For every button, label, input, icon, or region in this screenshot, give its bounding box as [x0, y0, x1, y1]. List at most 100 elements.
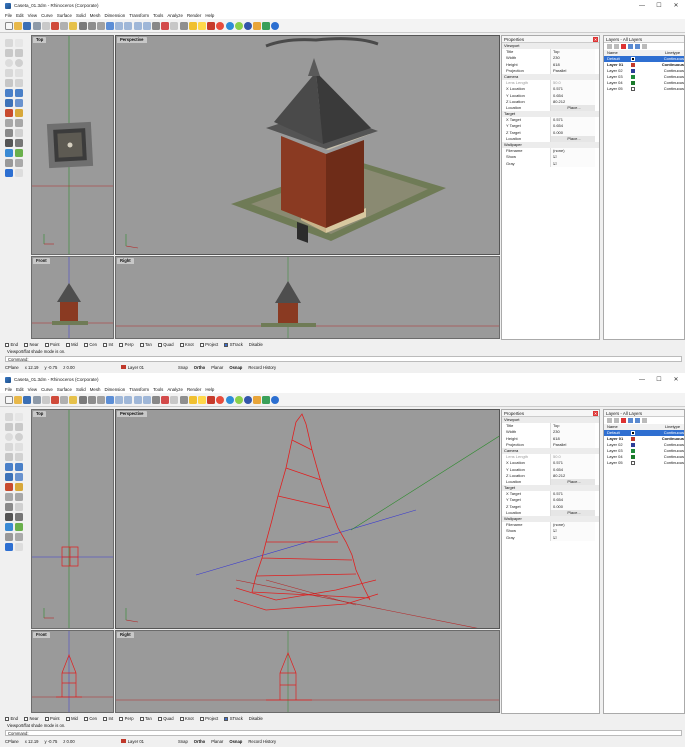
properties-icon[interactable] — [41, 21, 50, 30]
four-viewports-icon[interactable] — [152, 21, 160, 30]
menu-render[interactable]: Render — [187, 387, 201, 392]
status-cplane[interactable]: CPlane — [5, 739, 19, 744]
osnap-mid[interactable]: Mid — [65, 342, 78, 347]
render-tools-icon[interactable] — [15, 139, 23, 147]
layer-color-swatch[interactable] — [631, 87, 636, 91]
status-osnap[interactable]: Osnap — [229, 739, 242, 744]
light-bulb-icon[interactable] — [188, 21, 197, 30]
top-viewport[interactable]: Top — [31, 35, 114, 255]
target-place-button[interactable]: Place... — [550, 135, 595, 142]
menu-analyze[interactable]: Analyze — [167, 387, 183, 392]
solid-icon[interactable] — [5, 99, 13, 107]
surface-tools-icon[interactable] — [15, 463, 23, 471]
move-down-icon[interactable] — [635, 44, 640, 49]
layer-color-swatch[interactable] — [631, 449, 636, 453]
menu-help[interactable]: Help — [205, 13, 214, 18]
layer-color-swatch[interactable] — [631, 81, 636, 85]
layout-icon[interactable] — [15, 149, 23, 157]
new-file-icon[interactable] — [5, 21, 13, 30]
grid-icon[interactable] — [170, 395, 179, 404]
osnap-quad[interactable]: Quad — [157, 716, 174, 721]
osnap-disable[interactable]: Disable — [249, 342, 263, 347]
cplane-icon[interactable] — [161, 21, 170, 30]
light-bulb-icon[interactable] — [188, 395, 197, 404]
dimension-icon[interactable] — [5, 503, 13, 511]
transform-icon[interactable] — [5, 119, 13, 127]
copy-icon[interactable] — [60, 21, 69, 30]
grid-icon[interactable] — [170, 21, 179, 30]
rotate-view-icon[interactable] — [106, 21, 115, 30]
menu-curve[interactable]: Curve — [41, 387, 53, 392]
osnap-int[interactable]: Int — [103, 716, 113, 721]
help-icon[interactable] — [271, 395, 280, 404]
polyline-icon[interactable] — [5, 423, 13, 431]
zoom-icon[interactable] — [115, 21, 124, 30]
move-down-icon[interactable] — [635, 418, 640, 423]
close-button[interactable]: ✕ — [668, 374, 684, 385]
array-icon[interactable] — [15, 119, 23, 127]
command-input[interactable]: Command: — [5, 730, 682, 736]
rectangle-icon[interactable] — [15, 69, 23, 77]
osnap-cen[interactable]: Cen — [83, 342, 97, 347]
zoom-extents-icon[interactable] — [133, 395, 142, 404]
wireframe-icon[interactable] — [179, 395, 188, 404]
undo-icon[interactable] — [78, 21, 87, 30]
status-snap[interactable]: Snap — [178, 365, 188, 370]
properties-close-button[interactable]: ✕ — [593, 37, 598, 42]
undo-icon[interactable] — [78, 395, 87, 404]
osnap-int[interactable]: Int — [103, 342, 113, 347]
pan-icon[interactable] — [96, 395, 105, 404]
lock-icon[interactable] — [197, 395, 206, 404]
surface-icon[interactable] — [5, 89, 13, 97]
maximize-button[interactable]: ☐ — [651, 374, 667, 385]
new-sublayer-icon[interactable] — [614, 418, 619, 423]
paste-icon[interactable] — [69, 21, 78, 30]
osnap-tan[interactable]: Tan — [139, 716, 152, 721]
front-viewport[interactable]: Front — [31, 630, 114, 713]
projection-select[interactable]: Parallel — [550, 441, 595, 448]
status-osnap[interactable]: Osnap — [229, 365, 242, 370]
plugin-icon[interactable] — [262, 21, 271, 30]
layout-icon[interactable] — [15, 523, 23, 531]
curve-tools-icon[interactable] — [5, 453, 13, 461]
circle-icon[interactable] — [5, 433, 13, 441]
menu-edit[interactable]: Edit — [16, 13, 24, 18]
drafting-icon[interactable] — [5, 523, 13, 531]
perspective-viewport[interactable]: Perspective — [115, 409, 500, 629]
osnap-disable[interactable]: Disable — [249, 716, 263, 721]
layer-color-swatch[interactable] — [630, 63, 635, 67]
solid-icon[interactable] — [5, 473, 13, 481]
paste-icon[interactable] — [69, 395, 78, 404]
layer-color-swatch[interactable] — [631, 461, 636, 465]
perspective-viewport[interactable]: Perspective — [115, 35, 500, 255]
offset-icon[interactable] — [15, 79, 23, 87]
menu-edit[interactable]: Edit — [16, 387, 24, 392]
mesh-tools-icon[interactable] — [15, 109, 23, 117]
select-icon[interactable] — [5, 413, 13, 421]
osnap-perp[interactable]: Perp — [119, 342, 134, 347]
menu-surface[interactable]: Surface — [57, 387, 72, 392]
analyze-icon[interactable] — [5, 513, 13, 521]
block-icon[interactable] — [5, 533, 13, 541]
camera-place-button[interactable]: Place... — [550, 104, 595, 112]
menu-dimension[interactable]: Dimension — [104, 13, 125, 18]
menu-analyze[interactable]: Analyze — [167, 13, 183, 18]
properties-icon[interactable] — [41, 395, 50, 404]
menu-file[interactable]: File — [5, 387, 12, 392]
help-icon[interactable] — [271, 21, 280, 30]
pointcloud-icon[interactable] — [253, 21, 262, 30]
unit-icon[interactable] — [15, 169, 23, 177]
new-layer-icon[interactable] — [607, 418, 612, 423]
zoom-icon[interactable] — [115, 395, 124, 404]
circle-icon[interactable] — [5, 59, 13, 67]
rhino-options-icon[interactable] — [5, 543, 13, 551]
save-icon[interactable] — [23, 395, 32, 404]
layer-color-icon[interactable] — [207, 395, 216, 404]
menu-mesh[interactable]: Mesh — [90, 13, 101, 18]
osnap-near[interactable]: Near — [23, 342, 39, 347]
zoom-window-icon[interactable] — [124, 395, 133, 404]
print-icon[interactable] — [32, 395, 41, 404]
osnap-quad[interactable]: Quad — [157, 342, 174, 347]
properties-close-button[interactable]: ✕ — [593, 411, 598, 416]
top-viewport[interactable]: Top — [31, 409, 114, 629]
